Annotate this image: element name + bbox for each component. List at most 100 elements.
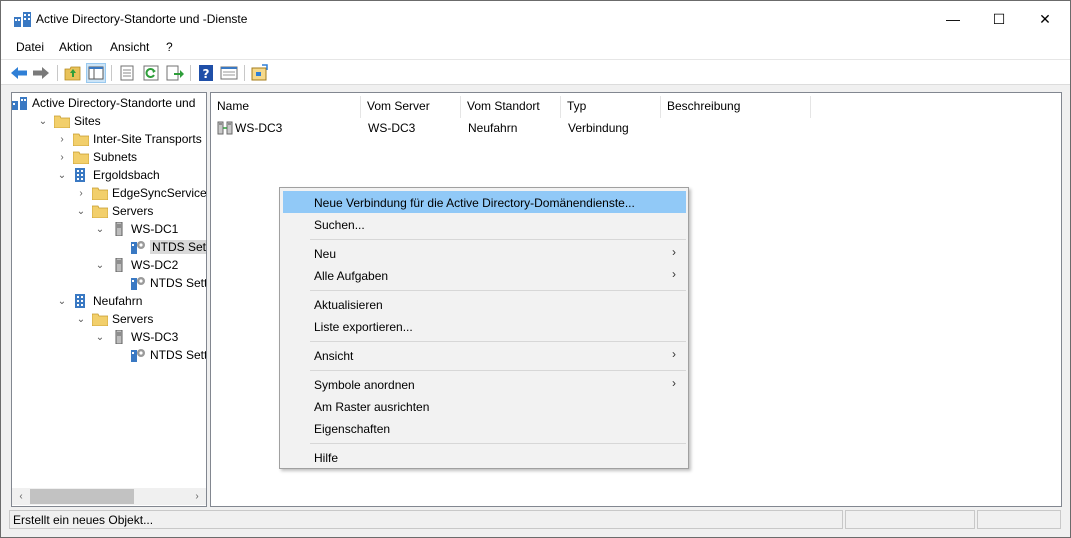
folder-icon <box>92 187 108 200</box>
chevron-down-icon[interactable]: ⌄ <box>94 224 106 235</box>
maximize-button[interactable]: ☐ <box>976 1 1022 37</box>
chevron-down-icon[interactable]: ⌄ <box>75 206 87 217</box>
menu-item-view[interactable]: Ansicht › <box>283 344 686 366</box>
menu-separator <box>310 239 686 240</box>
tree-item-ws-dc2[interactable]: ⌄ WS-DC2 <box>94 256 178 274</box>
tree-item-inter-site-transports[interactable]: › Inter-Site Transports <box>56 130 202 148</box>
up-folder-icon[interactable] <box>63 63 83 83</box>
help-icon[interactable]: ? <box>196 63 216 83</box>
menu-aktion[interactable]: Aktion <box>59 40 92 54</box>
refresh-icon[interactable] <box>141 63 161 83</box>
cell-from-server: WS-DC3 <box>368 121 416 135</box>
tree-horizontal-scrollbar[interactable]: ‹ › <box>12 488 206 505</box>
column-header-from-site[interactable]: Vom Standort <box>461 96 561 118</box>
menu-item-help[interactable]: Hilfe <box>283 446 686 468</box>
chevron-down-icon[interactable]: ⌄ <box>75 314 87 325</box>
chevron-down-icon[interactable]: ⌄ <box>56 296 68 307</box>
chevron-down-icon[interactable]: ⌄ <box>56 170 68 181</box>
toolbar-separator <box>57 65 58 81</box>
tree-item-label: EdgeSyncService <box>112 186 207 200</box>
menu-item-label: Ansicht <box>314 349 354 363</box>
tree-item-ws-dc1[interactable]: ⌄ WS-DC1 <box>94 220 178 238</box>
ntds-settings-icon <box>131 277 145 290</box>
main-window: Active Directory-Standorte und -Dienste … <box>0 0 1071 538</box>
tree-item-ntds-settings[interactable]: NTDS Settings <box>113 346 207 364</box>
properties-page-icon[interactable] <box>117 63 137 83</box>
menu-separator <box>310 290 686 291</box>
menu-item-new[interactable]: Neu › <box>283 242 686 264</box>
submenu-arrow-icon: › <box>672 376 676 390</box>
column-header-from-server[interactable]: Vom Server <box>361 96 461 118</box>
tree-item-servers[interactable]: ⌄ Servers <box>75 202 153 220</box>
show-hide-tree-button[interactable] <box>86 63 106 83</box>
close-button[interactable]: ✕ <box>1022 1 1068 37</box>
status-text: Erstellt ein neues Objekt... <box>13 513 154 527</box>
tree-item-sites[interactable]: ⌄ Sites <box>37 112 101 130</box>
tree-item-edgesyncservice[interactable]: › EdgeSyncService <box>75 184 207 202</box>
tree-item-neufahrn[interactable]: ⌄ Neufahrn <box>56 292 142 310</box>
menu-separator <box>310 370 686 371</box>
tree-item-label: WS-DC3 <box>131 330 179 344</box>
tree-item-ws-dc3[interactable]: ⌄ WS-DC3 <box>94 328 178 346</box>
menu-item-export-list[interactable]: Liste exportieren... <box>283 315 686 337</box>
context-menu: Neue Verbindung für die Active Directory… <box>279 187 689 469</box>
tree-item-subnets[interactable]: › Subnets <box>56 148 137 166</box>
menu-separator <box>310 341 686 342</box>
folder-icon <box>73 133 89 146</box>
menu-ansicht[interactable]: Ansicht <box>110 40 149 54</box>
chevron-right-icon[interactable]: › <box>56 134 68 145</box>
window-title: Active Directory-Standorte und -Dienste <box>36 12 248 26</box>
menu-help[interactable]: ? <box>166 40 173 54</box>
tree-item-label: Sites <box>74 114 101 128</box>
menu-datei[interactable]: Datei <box>16 40 44 54</box>
menu-separator <box>310 443 686 444</box>
folder-icon <box>54 115 70 128</box>
menu-item-label: Suchen... <box>314 218 365 232</box>
ntds-settings-icon <box>131 349 145 362</box>
tree-item-ntds-settings[interactable]: NTDS Settings <box>113 274 207 292</box>
menu-item-label: Liste exportieren... <box>314 320 413 334</box>
chevron-right-icon[interactable]: › <box>75 188 87 199</box>
tree-item-ergoldsbach[interactable]: ⌄ Ergoldsbach <box>56 166 160 184</box>
menu-item-refresh[interactable]: Aktualisieren <box>283 293 686 315</box>
menu-item-align-to-grid[interactable]: Am Raster ausrichten <box>283 395 686 417</box>
tree-item-servers[interactable]: ⌄ Servers <box>75 310 153 328</box>
tree-item-label: NTDS Settings <box>150 348 207 362</box>
back-arrow-icon[interactable] <box>9 63 29 83</box>
column-header-name[interactable]: Name <box>211 96 361 118</box>
chevron-right-icon[interactable]: › <box>56 152 68 163</box>
menu-item-all-tasks[interactable]: Alle Aufgaben › <box>283 264 686 286</box>
chevron-down-icon[interactable]: ⌄ <box>37 116 49 127</box>
forward-arrow-icon[interactable] <box>31 63 51 83</box>
cell-name: WS-DC3 <box>235 121 283 135</box>
cell-from-site: Neufahrn <box>468 121 518 135</box>
scroll-left-arrow[interactable]: ‹ <box>13 489 29 504</box>
cell-type: Verbindung <box>568 121 629 135</box>
toolbar: ? <box>1 59 1070 85</box>
column-header-type[interactable]: Typ <box>561 96 661 118</box>
tree-item-label: WS-DC2 <box>131 258 179 272</box>
tree-item-label: NTDS Settings <box>150 276 207 290</box>
chevron-down-icon[interactable]: ⌄ <box>94 332 106 343</box>
show-details-icon[interactable] <box>219 63 239 83</box>
minimize-button[interactable]: — <box>930 1 976 37</box>
toolbar-separator <box>111 65 112 81</box>
menu-item-arrange-icons[interactable]: Symbole anordnen › <box>283 373 686 395</box>
table-row[interactable]: WS-DC3 WS-DC3 Neufahrn Verbindung <box>215 119 815 137</box>
new-connection-icon[interactable] <box>250 63 270 83</box>
menu-item-find[interactable]: Suchen... <box>283 213 686 235</box>
tree-item-label: Neufahrn <box>93 294 143 308</box>
column-header-description[interactable]: Beschreibung <box>661 96 811 118</box>
tree-item-active-directory-standorte-und[interactable]: Active Directory-Standorte und <box>12 94 195 112</box>
menu-bar: Datei Aktion Ansicht ? <box>1 37 1070 59</box>
ad-sites-icon <box>14 12 31 27</box>
console-tree[interactable]: Active Directory-Standorte und ⌄ Sites › Int… <box>11 92 207 507</box>
menu-item-properties[interactable]: Eigenschaften <box>283 417 686 439</box>
menu-item-new-connection[interactable]: Neue Verbindung für die Active Directory… <box>283 191 686 213</box>
scroll-thumb[interactable] <box>30 489 134 504</box>
tree-item-ntds-settings[interactable]: NTDS Settings <box>113 238 206 256</box>
tree-item-label: Ergoldsbach <box>93 168 160 182</box>
chevron-down-icon[interactable]: ⌄ <box>94 260 106 271</box>
scroll-right-arrow[interactable]: › <box>189 489 205 504</box>
export-list-icon[interactable] <box>165 63 185 83</box>
